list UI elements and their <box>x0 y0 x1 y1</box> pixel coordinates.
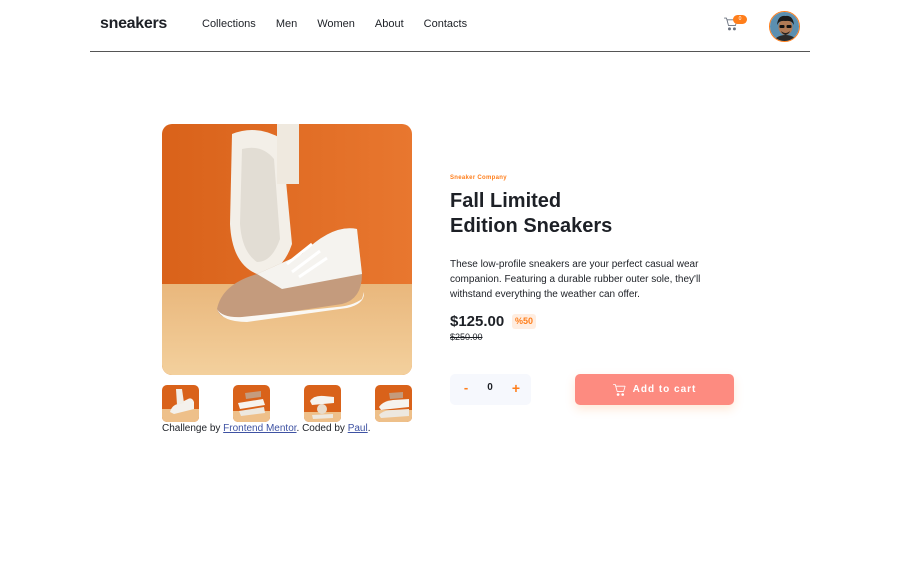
add-to-cart-label: Add to cart <box>632 384 697 395</box>
nav-contacts[interactable]: Contacts <box>424 18 467 30</box>
cart-icon <box>612 383 626 396</box>
product-title-line-2: Edition Sneakers <box>450 215 613 237</box>
cart-count-badge: 0 <box>733 15 747 24</box>
nav-men[interactable]: Men <box>276 18 297 30</box>
thumbnail-1[interactable] <box>162 385 199 422</box>
original-price: $250.00 <box>450 332 483 342</box>
main-nav: Collections Men Women About Contacts <box>202 18 487 30</box>
author-link[interactable]: Paul <box>348 423 368 434</box>
nav-women[interactable]: Women <box>317 18 355 30</box>
product-title-line-1: Fall Limited <box>450 190 562 212</box>
current-price: $125.00 <box>450 313 505 330</box>
logo[interactable]: sneakers <box>100 15 167 33</box>
attribution-middle: . Coded by <box>296 423 348 434</box>
site-header: sneakers Collections Men Women About Con… <box>90 0 810 52</box>
attribution: Challenge by Frontend Mentor. Coded by P… <box>162 423 370 434</box>
thumbnail-4[interactable] <box>375 385 412 422</box>
attribution-suffix: . <box>367 423 371 434</box>
quantity-stepper: - 0 + <box>450 374 531 405</box>
nav-collections[interactable]: Collections <box>202 18 256 30</box>
thumbnail-2[interactable] <box>233 385 270 422</box>
thumbnail-3[interactable] <box>304 385 341 422</box>
product-description: These low-profile sneakers are your perf… <box>450 259 701 300</box>
quantity-value: 0 <box>487 382 493 393</box>
discount-badge: %50 <box>512 314 536 329</box>
product-main-image[interactable] <box>162 124 412 375</box>
attribution-prefix: Challenge by <box>162 423 224 434</box>
increase-quantity-button[interactable]: + <box>508 380 524 398</box>
add-to-cart-button[interactable]: Add to cart <box>575 374 734 405</box>
company-label: Sneaker Company <box>450 175 507 181</box>
nav-about[interactable]: About <box>375 18 404 30</box>
frontend-mentor-link[interactable]: Frontend Mentor <box>223 423 296 434</box>
decrease-quantity-button[interactable]: - <box>458 380 474 398</box>
product-title: Fall Limited Edition Sneakers <box>450 189 650 239</box>
avatar[interactable] <box>769 11 800 42</box>
